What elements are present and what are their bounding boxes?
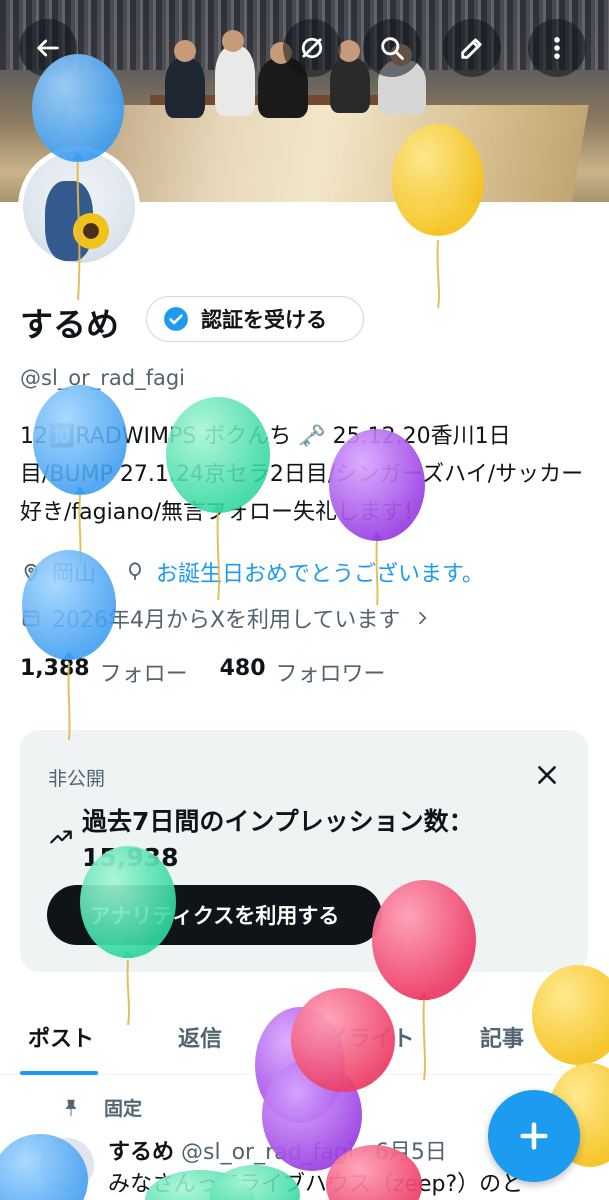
impressions-title: 過去7日間のインプレッション数：15,938	[82, 807, 474, 872]
profile-tabs: ポスト 返信 ハイライト 記事	[0, 1005, 609, 1075]
balloon-icon	[129, 562, 141, 580]
more-button[interactable]	[528, 19, 586, 77]
pin-icon	[65, 1099, 77, 1116]
analytics-button[interactable]: アナリティクスを利用する	[47, 885, 382, 945]
calendar-icon	[22, 609, 40, 627]
joined-row[interactable]: 2026年4月からXを利用しています	[20, 602, 432, 634]
trending-up-icon	[50, 830, 72, 844]
banner-head	[174, 40, 196, 62]
profile-bio: 12🔟RADWIMPS ボクんち 🗝️ 25.12.20香川1日目/BUMP 2…	[20, 424, 584, 525]
arrow-left-icon	[37, 39, 59, 57]
banner-person	[165, 58, 205, 118]
post-meta: @sl_or_rad_fagi · 6月5日	[181, 1140, 447, 1165]
search-icon	[381, 37, 404, 60]
verified-badge-icon	[164, 307, 188, 331]
followers-count[interactable]: 480	[220, 656, 266, 688]
more-vertical-icon	[554, 37, 560, 59]
profile-meta-row: 岡山 お誕生日おめでとうございます。	[20, 556, 484, 588]
banner-head	[338, 40, 360, 62]
pinned-indicator: 固定	[60, 1094, 142, 1121]
birthday-link[interactable]: お誕生日おめでとうございます。	[156, 556, 484, 588]
mute-button[interactable]	[283, 19, 341, 77]
following-count[interactable]: 1,388	[20, 656, 90, 688]
tab-replies[interactable]: 返信	[178, 1021, 222, 1053]
pencil-icon	[461, 38, 482, 59]
avatar-image	[23, 151, 135, 263]
post-header: するめ @sl_or_rad_fagi · 6月5日	[108, 1134, 447, 1166]
profile-avatar[interactable]	[18, 146, 140, 268]
tab-articles[interactable]: 記事	[480, 1021, 524, 1053]
impressions-title-row: 過去7日間のインプレッション数：15,938	[48, 804, 548, 876]
close-icon[interactable]	[534, 762, 560, 788]
followers-label[interactable]: フォロワー	[276, 656, 386, 688]
post-avatar[interactable]	[40, 1138, 94, 1192]
active-tab-indicator	[20, 1071, 98, 1075]
post-author[interactable]: するめ	[108, 1140, 174, 1165]
plus-icon	[520, 1122, 548, 1150]
private-label: 非公開	[48, 768, 106, 790]
location-icon	[24, 563, 38, 582]
post-text[interactable]: みなさんってライブハウス（zeep?）のと	[108, 1166, 523, 1198]
compose-button[interactable]	[488, 1090, 580, 1182]
tab-posts[interactable]: ポスト	[28, 1021, 94, 1053]
back-button[interactable]	[19, 19, 77, 77]
sunflower-icon	[73, 213, 109, 249]
profile-name: するめ	[20, 305, 119, 344]
banner-head	[222, 30, 244, 52]
get-verified-button[interactable]: 認証を受ける	[146, 296, 364, 342]
pinned-label: 固定	[104, 1098, 143, 1120]
chevron-right-icon	[419, 611, 427, 625]
joined-date: 2026年4月からXを利用しています	[52, 608, 401, 633]
banner-person	[215, 46, 255, 116]
get-verified-label: 認証を受ける	[201, 308, 327, 332]
impressions-card: 非公開 過去7日間のインプレッション数：15,938 アナリティクスを利用する	[20, 730, 588, 972]
search-button[interactable]	[363, 19, 421, 77]
follow-stats: 1,388 フォロー 480 フォロワー	[20, 656, 408, 688]
slash-circle-icon	[301, 37, 323, 59]
tab-highlights[interactable]: ハイライト	[305, 1021, 415, 1053]
profile-location: 岡山	[52, 562, 97, 587]
banner-person	[330, 58, 370, 113]
edit-button[interactable]	[443, 19, 501, 77]
following-label[interactable]: フォロー	[100, 656, 188, 688]
profile-handle: @sl_or_rad_fagi	[20, 366, 186, 390]
